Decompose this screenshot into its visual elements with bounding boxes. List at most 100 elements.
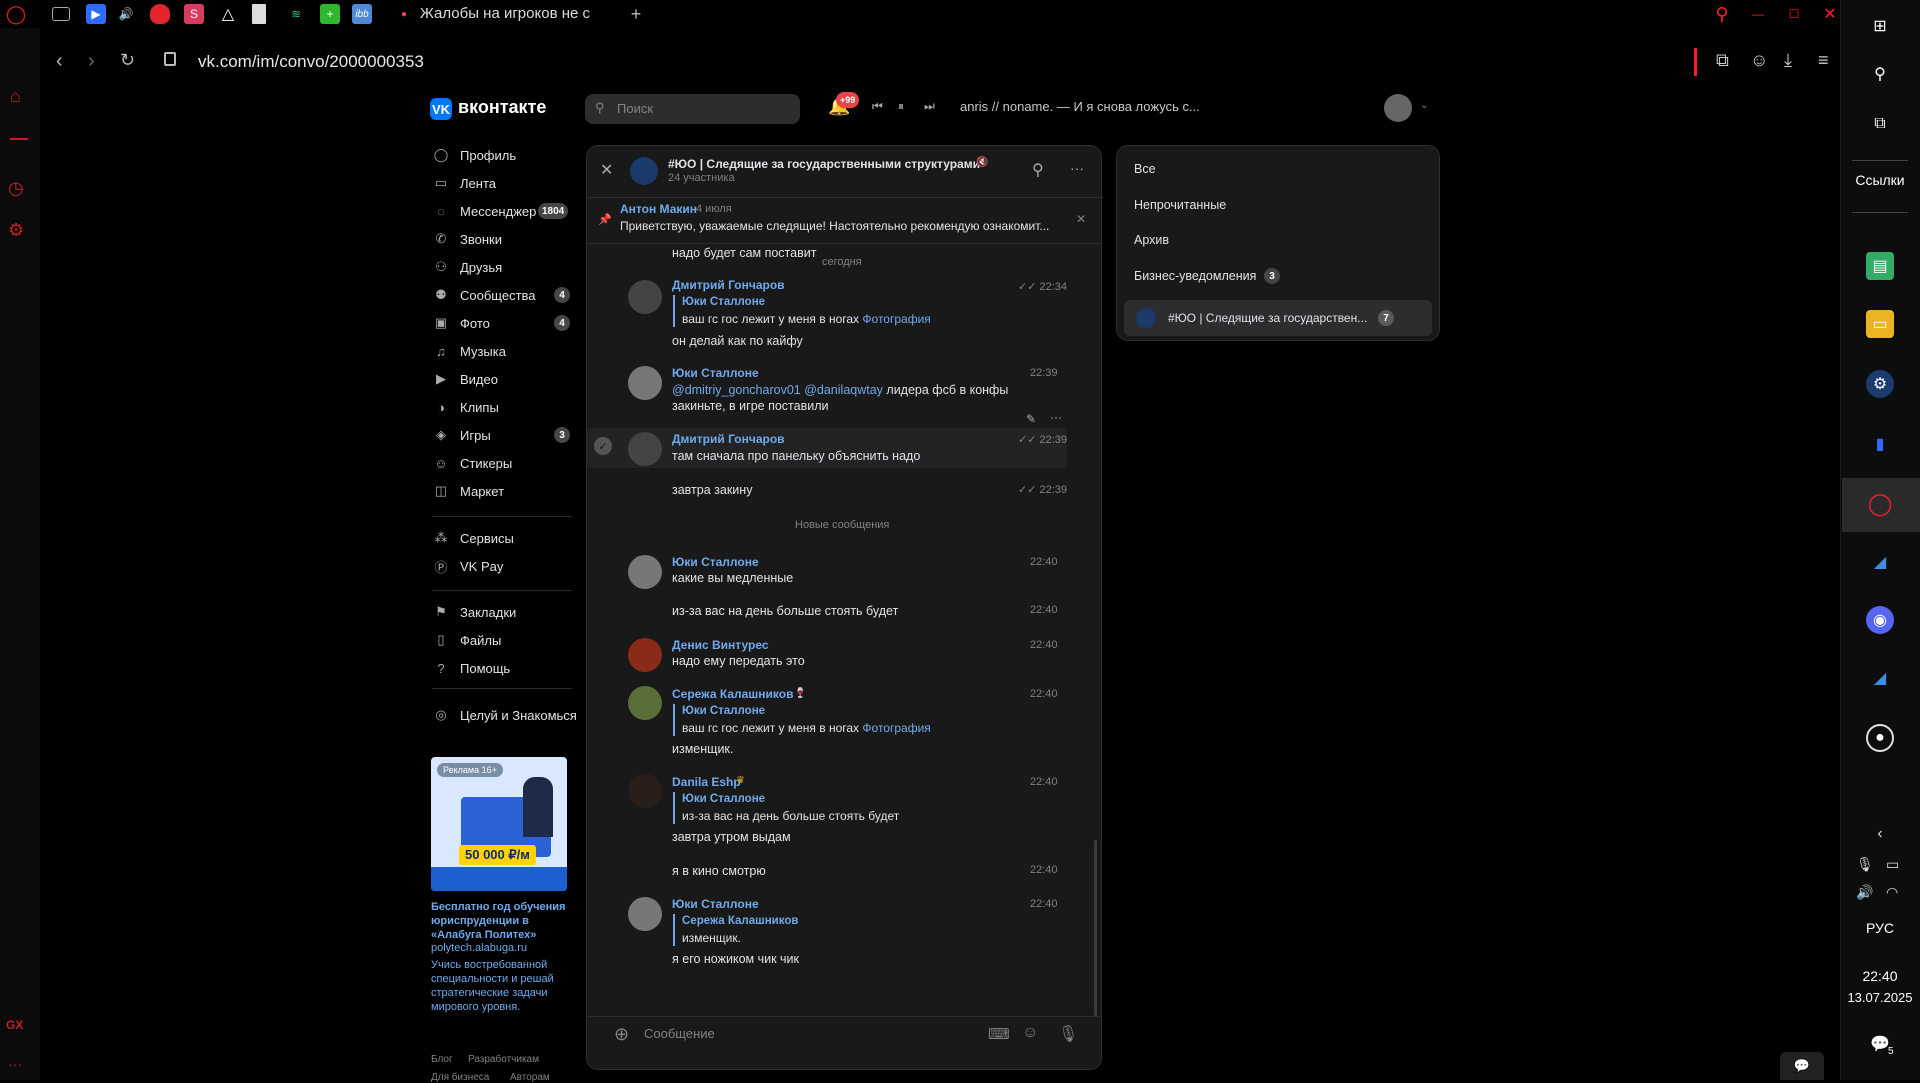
avatar[interactable] xyxy=(628,638,662,672)
clock-date[interactable]: 13.07.2025 xyxy=(1840,990,1920,1005)
history-icon[interactable]: ◷ xyxy=(8,178,24,199)
filter-archive[interactable]: Архив xyxy=(1134,233,1169,247)
new-tab-icon[interactable]: + xyxy=(626,4,646,24)
chat-search-icon[interactable]: ⚲ xyxy=(1032,160,1044,180)
avatar[interactable] xyxy=(628,897,662,931)
more-icon[interactable]: ··· xyxy=(8,1056,22,1072)
avatar[interactable] xyxy=(628,432,662,466)
avatar[interactable] xyxy=(628,280,662,314)
filter-business[interactable]: Бизнес-уведомления xyxy=(1134,269,1256,283)
search-input[interactable]: ⚲ Поиск xyxy=(585,94,800,124)
message-author[interactable]: Danila Eshp xyxy=(672,775,741,789)
sidebar-item[interactable]: ✆ Звонки xyxy=(432,228,502,250)
filter-unread[interactable]: Непрочитанные xyxy=(1134,198,1226,212)
chat-more-icon[interactable]: ··· xyxy=(1070,160,1084,176)
volume-icon[interactable]: 🔊 xyxy=(1856,884,1873,901)
sidebar-item[interactable]: ▭ Лента xyxy=(432,172,496,194)
settings-icon[interactable]: ⚙ xyxy=(8,220,24,241)
leaf-icon[interactable]: ≋ xyxy=(286,4,306,24)
s-app-icon[interactable]: S xyxy=(184,4,204,24)
pause-icon[interactable]: ⏸ xyxy=(898,99,904,114)
app-icon[interactable]: ▤ xyxy=(1866,252,1894,280)
sidebar-item[interactable]: ◎ Целуй и Знакомься xyxy=(432,704,577,726)
document-icon[interactable] xyxy=(252,4,266,24)
vk-logo-icon[interactable]: VK xyxy=(430,98,452,120)
speaker-icon[interactable]: 🔊 xyxy=(116,4,136,24)
message-author[interactable]: Дмитрий Гончаров xyxy=(672,278,785,292)
back-icon[interactable]: ‹ xyxy=(56,50,63,73)
message-author[interactable]: Дмитрий Гончаров xyxy=(672,432,785,446)
search-icon[interactable]: ⚲ xyxy=(1866,60,1894,88)
clock-time[interactable]: 22:40 xyxy=(1840,968,1920,984)
sidebar-item[interactable]: ▣ Фото xyxy=(432,312,490,334)
windows-start-icon[interactable]: ⊞ xyxy=(1866,12,1894,40)
filter-all[interactable]: Все xyxy=(1134,162,1156,176)
lock-icon[interactable] xyxy=(164,52,176,66)
menu-icon[interactable]: ≡ xyxy=(1818,50,1829,71)
sidebar-item[interactable]: ⚑ Закладки xyxy=(432,601,516,623)
reload-icon[interactable]: ↻ xyxy=(120,50,135,71)
microphone-icon[interactable]: 🎙 xyxy=(1856,856,1874,873)
photo-link[interactable]: Фотография xyxy=(862,312,930,326)
quote-author[interactable]: Сережа Калашников xyxy=(682,915,798,927)
player-track[interactable]: anris // noname. — И я снова ложусь с... xyxy=(960,99,1200,114)
close-chat-icon[interactable]: ✕ xyxy=(600,160,613,180)
battery-icon[interactable]: ▭ xyxy=(1886,856,1899,873)
language-indicator[interactable]: РУС xyxy=(1840,920,1920,936)
avatar[interactable] xyxy=(628,555,662,589)
unpin-icon[interactable]: ✕ xyxy=(1076,212,1086,226)
user-avatar[interactable] xyxy=(1384,94,1412,122)
ad-domain[interactable]: polytech.alabuga.ru xyxy=(431,942,527,954)
message-input[interactable]: Сообщение xyxy=(644,1026,974,1046)
sidebar-item[interactable]: ◯ Профиль xyxy=(432,144,516,166)
photo-link[interactable]: Фотография xyxy=(862,721,930,735)
message-more-icon[interactable]: ··· xyxy=(1050,410,1062,424)
sidebar-item[interactable]: ♫ Музыка xyxy=(432,340,506,362)
game-icon[interactable] xyxy=(52,7,70,21)
chat-title[interactable]: #ЮО | Следящие за государственными струк… xyxy=(668,157,980,171)
task-view-icon[interactable]: ⧉ xyxy=(1866,110,1894,138)
wifi-icon[interactable]: ◠ xyxy=(1886,884,1898,901)
chat-subtitle[interactable]: 24 участника xyxy=(668,172,735,184)
search-tabs-icon[interactable]: ⚲ xyxy=(1712,4,1732,24)
prev-track-icon[interactable]: ⏮ xyxy=(872,99,883,114)
profile-icon[interactable]: ☺ xyxy=(1750,50,1768,71)
pinned-author[interactable]: Антон Макин xyxy=(620,202,697,216)
obs-icon[interactable]: ● xyxy=(1866,724,1894,752)
sidebar-item[interactable]: ▯ Файлы xyxy=(432,629,501,651)
mention-link[interactable]: @danilaqwtay xyxy=(804,383,883,397)
vk-logo-text[interactable]: вконтакте xyxy=(458,97,546,118)
quote-author[interactable]: Юки Сталлоне xyxy=(682,296,765,308)
sidebar-item[interactable]: ⚇ Друзья xyxy=(432,256,502,278)
edit-icon[interactable]: ✎ xyxy=(1026,412,1036,426)
chevron-down-icon[interactable]: ⌄ xyxy=(1420,100,1428,111)
attach-icon[interactable]: ⊕ xyxy=(614,1024,629,1045)
footer-link-dev[interactable]: Разработчикам xyxy=(468,1054,539,1065)
sheets-icon[interactable]: + xyxy=(320,4,340,24)
opera-logo-icon[interactable]: ◯ xyxy=(6,4,26,24)
chevron-left-icon[interactable]: ‹ xyxy=(1866,820,1894,848)
quote-author[interactable]: Юки Сталлоне xyxy=(682,705,765,717)
sidebar-item[interactable]: ⚉ Сообщества xyxy=(432,284,535,306)
extensions-icon[interactable]: ⧉ xyxy=(1716,50,1729,71)
minimize-icon[interactable]: — xyxy=(1748,4,1768,24)
gx-icon[interactable]: GX xyxy=(6,1018,23,1032)
footer-link-blog[interactable]: Блог xyxy=(431,1054,453,1065)
play-icon[interactable]: ▶ xyxy=(86,4,106,24)
opera-icon[interactable]: ◯ xyxy=(1866,490,1894,518)
app-icon[interactable]: ◢ xyxy=(1866,664,1894,692)
footer-link-authors[interactable]: Авторам xyxy=(510,1072,550,1083)
sidebar-item[interactable]: ▶ Видео xyxy=(432,368,498,390)
keyboard-icon[interactable]: ⌨ xyxy=(988,1025,1010,1043)
chat-scrollbar[interactable] xyxy=(1094,840,1097,1016)
footer-link-business[interactable]: Для бизнеса xyxy=(431,1072,489,1083)
sidebar-item[interactable]: ☺ Стикеры xyxy=(432,452,512,474)
sidebar-item[interactable]: ◌ Мессенджер xyxy=(432,200,536,222)
mini-chat-icon[interactable]: 💬 xyxy=(1780,1052,1824,1080)
emoji-icon[interactable]: ☺ xyxy=(1022,1024,1038,1042)
maximize-icon[interactable]: ☐ xyxy=(1784,4,1804,24)
app-icon[interactable]: ◢ xyxy=(1866,548,1894,576)
links-label[interactable]: Ссылки xyxy=(1840,172,1920,188)
message-author[interactable]: Сережа Калашников xyxy=(672,687,793,701)
sidebar-item[interactable]: Ⓟ VK Pay xyxy=(432,555,503,577)
